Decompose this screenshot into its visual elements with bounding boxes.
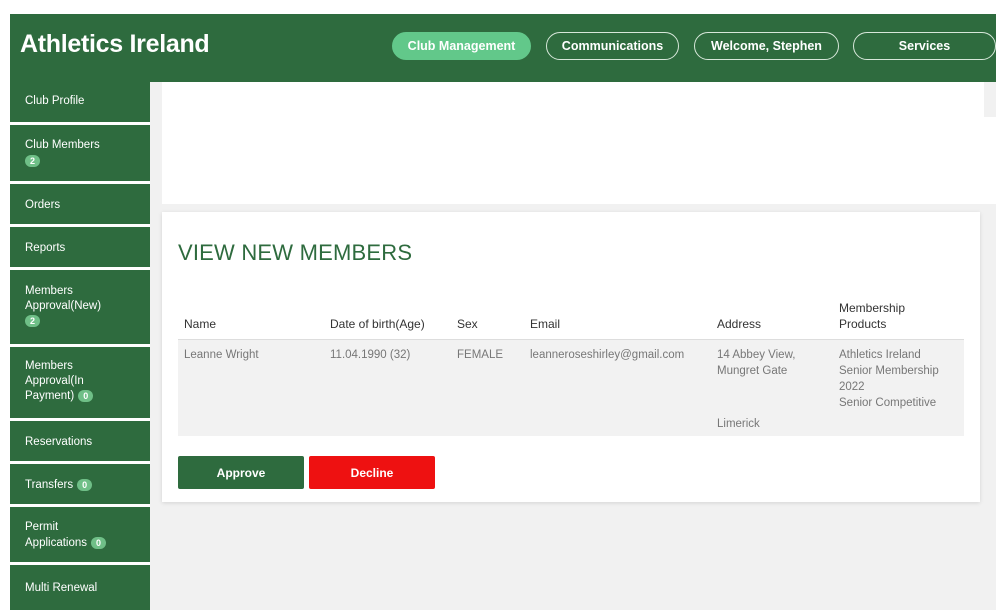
- column-header-email: Email: [530, 317, 561, 331]
- new-members-card: VIEW NEW MEMBERS Name Date of birth(Age)…: [162, 212, 980, 502]
- sidebar-item-club-members[interactable]: Club Members 2: [10, 125, 150, 181]
- sidebar-item-label: Orders: [25, 199, 61, 211]
- panel-gutter: [984, 82, 996, 117]
- sidebar-item-label: Multi Renewal: [25, 582, 98, 594]
- address-line: Mungret Gate: [717, 365, 788, 377]
- sidebar-item-reports[interactable]: Reports: [10, 227, 150, 267]
- approve-button[interactable]: Approve: [178, 456, 304, 489]
- cell-address: 14 Abbey View, Mungret Gate: [717, 347, 795, 379]
- sidebar-item-label: Permit: [25, 521, 59, 533]
- membership-line: 2022: [839, 381, 865, 393]
- brand-logo[interactable]: Athletics Ireland: [20, 30, 210, 59]
- column-header-dob: Date of birth(Age): [330, 317, 425, 331]
- sidebar-item-label: Club Members: [25, 139, 100, 151]
- sidebar-item-transfers[interactable]: Transfers 0: [10, 464, 150, 504]
- sidebar-item-label: Approval(In: [25, 375, 84, 387]
- sidebar: Club Profile Club Members 2 Orders Repor…: [10, 82, 150, 610]
- nav-club-management[interactable]: Club Management: [392, 32, 531, 60]
- cell-address-city: Limerick: [717, 418, 760, 430]
- sidebar-item-multi-renewal[interactable]: Multi Renewal: [10, 565, 150, 610]
- sidebar-item-label: Reports: [25, 242, 66, 254]
- blank-panel: [162, 82, 996, 204]
- count-badge: 0: [78, 389, 94, 402]
- decline-button[interactable]: Decline: [309, 456, 435, 489]
- column-header-sex: Sex: [457, 317, 478, 331]
- sidebar-item-permit-applications[interactable]: Permit Applications 0: [10, 507, 150, 562]
- sidebar-item-label: Members: [25, 285, 73, 297]
- count-badge: 0: [77, 478, 93, 491]
- sidebar-item-label: Payment): [25, 390, 75, 402]
- column-header-address: Address: [717, 317, 762, 331]
- nav-communications[interactable]: Communications: [546, 32, 679, 60]
- cell-email: leanneroseshirley@gmail.com: [530, 349, 685, 361]
- sidebar-item-label: Reservations: [25, 436, 93, 448]
- sidebar-item-label: Applications: [25, 537, 88, 549]
- sidebar-item-label: Approval(New): [25, 300, 102, 312]
- table-row[interactable]: Leanne Wright 11.04.1990 (32) FEMALE lea…: [178, 339, 964, 436]
- count-badge: 2: [25, 314, 40, 327]
- nav-welcome-user[interactable]: Welcome, Stephen: [694, 32, 839, 60]
- membership-line: Senior Competitive: [839, 397, 937, 409]
- page-title: VIEW NEW MEMBERS: [178, 240, 413, 265]
- sidebar-item-club-profile[interactable]: Club Profile: [10, 82, 150, 122]
- column-header-label: Membership: [839, 301, 906, 315]
- sidebar-item-label: Transfers: [25, 479, 74, 491]
- count-badge: 2: [25, 154, 40, 167]
- app-window: Athletics Ireland Club Management Commun…: [0, 0, 996, 610]
- membership-line: Senior Membership: [839, 365, 939, 377]
- cell-dob: 11.04.1990 (32): [330, 349, 411, 361]
- cell-sex: FEMALE: [457, 349, 504, 361]
- sidebar-item-orders[interactable]: Orders: [10, 184, 150, 224]
- cell-membership: Athletics Ireland Senior Membership 2022…: [839, 347, 939, 411]
- sidebar-item-reservations[interactable]: Reservations: [10, 421, 150, 461]
- sidebar-item-label: Club Profile: [25, 95, 85, 107]
- address-line: 14 Abbey View,: [717, 349, 796, 361]
- nav-services[interactable]: Services: [853, 32, 996, 60]
- cell-name: Leanne Wright: [184, 349, 259, 361]
- count-badge: 0: [91, 536, 107, 549]
- column-header-name: Name: [184, 317, 217, 331]
- column-header-label: Products: [839, 317, 887, 331]
- column-header-membership: Membership Products: [839, 300, 905, 332]
- sidebar-item-members-approval-in-payment[interactable]: Members Approval(In Payment) 0: [10, 347, 150, 418]
- membership-line: Athletics Ireland: [839, 349, 921, 361]
- sidebar-item-members-approval-new[interactable]: Members Approval(New) 2: [10, 270, 150, 344]
- top-navbar: Athletics Ireland Club Management Commun…: [10, 14, 996, 82]
- sidebar-item-label: Members: [25, 360, 73, 372]
